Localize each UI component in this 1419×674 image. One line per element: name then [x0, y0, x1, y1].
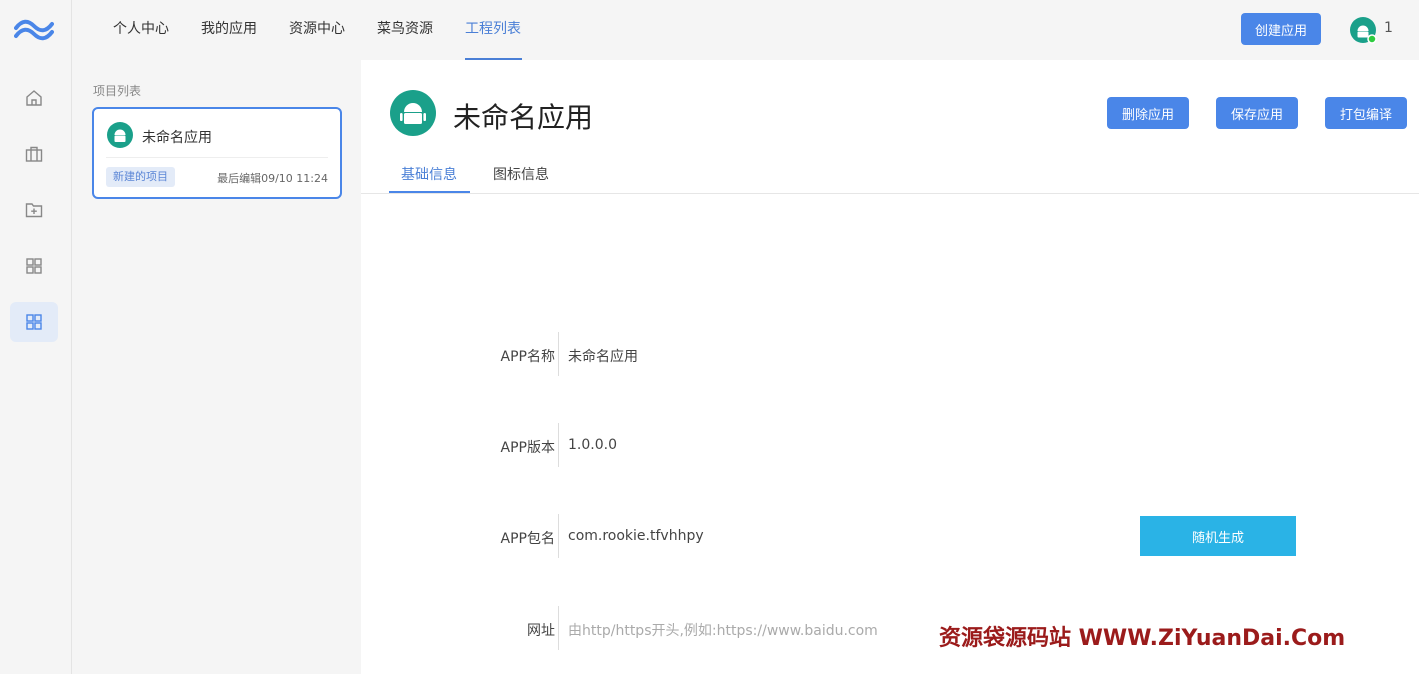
nav-my-apps[interactable]: 我的应用 — [201, 0, 257, 60]
app-package-label: APP包名 — [500, 531, 555, 547]
tab-icon-info[interactable]: 图标信息 — [493, 164, 549, 194]
rail-item-home[interactable] — [10, 78, 58, 118]
app-version-label: APP版本 — [500, 440, 555, 456]
android-icon — [390, 90, 436, 136]
logo-icon[interactable] — [14, 14, 54, 44]
app-name-field[interactable]: 未命名应用 — [568, 346, 638, 366]
nav-personal[interactable]: 个人中心 — [113, 0, 169, 60]
project-list-title: 项目列表 — [93, 84, 142, 98]
random-generate-button[interactable]: 随机生成 — [1140, 516, 1296, 556]
tabs-divider — [361, 193, 1419, 194]
delete-app-button[interactable]: 删除应用 — [1107, 97, 1189, 129]
status-badge: 新建的项目 — [106, 167, 175, 187]
tab-basic-info[interactable]: 基础信息 — [401, 164, 457, 194]
rail-item-resources[interactable] — [10, 190, 58, 230]
folder-plus-icon — [25, 203, 43, 218]
page-title: 未命名应用 — [453, 101, 594, 134]
nav-rookie-resources[interactable]: 菜鸟资源 — [377, 0, 433, 60]
project-card-name: 未命名应用 — [142, 130, 212, 146]
nav-project-list[interactable]: 工程列表 — [465, 0, 522, 60]
rail-item-apps[interactable] — [10, 134, 58, 174]
app-version-field[interactable]: 1.0.0.0 — [568, 437, 617, 453]
app-name-label: APP名称 — [500, 349, 555, 365]
android-icon — [107, 122, 133, 148]
url-label: 网址 — [527, 623, 555, 639]
create-app-button[interactable]: 创建应用 — [1241, 13, 1321, 45]
form-separator — [558, 606, 559, 650]
form-separator — [558, 332, 559, 376]
grid-icon — [26, 314, 42, 330]
project-card[interactable]: 未命名应用 新建的项目 最后编辑09/10 11:24 — [92, 107, 342, 199]
home-icon — [26, 90, 42, 106]
rail-item-projects[interactable] — [10, 302, 58, 342]
project-card-divider — [106, 157, 328, 158]
watermark: 资源袋源码站 WWW.ZiYuanDai.Com — [939, 626, 1346, 651]
nav-resource-center[interactable]: 资源中心 — [289, 0, 345, 60]
form-separator — [558, 423, 559, 467]
form-separator — [558, 514, 559, 558]
url-field[interactable]: 由http/https开头,例如:https://www.baidu.com — [568, 620, 878, 640]
build-app-button[interactable]: 打包编译 — [1325, 97, 1407, 129]
project-list-panel: 项目列表 未命名应用 新建的项目 最后编辑09/10 11:24 — [73, 60, 361, 674]
app-package-field[interactable]: com.rookie.tfvhhpy — [568, 528, 704, 544]
left-rail — [0, 0, 72, 674]
rail-item-rookie[interactable] — [10, 246, 58, 286]
main-panel: 未命名应用 删除应用 保存应用 打包编译 基础信息 图标信息 APP名称 未命名… — [361, 60, 1419, 674]
grid-icon — [26, 258, 42, 274]
top-nav: 个人中心 我的应用 资源中心 菜鸟资源 工程列表 — [73, 0, 1419, 60]
briefcase-icon — [25, 146, 43, 162]
save-app-button[interactable]: 保存应用 — [1216, 97, 1298, 129]
project-card-time: 最后编辑09/10 11:24 — [217, 172, 328, 185]
user-badge-count: 1 — [1384, 20, 1393, 36]
android-avatar-icon[interactable] — [1349, 16, 1377, 44]
